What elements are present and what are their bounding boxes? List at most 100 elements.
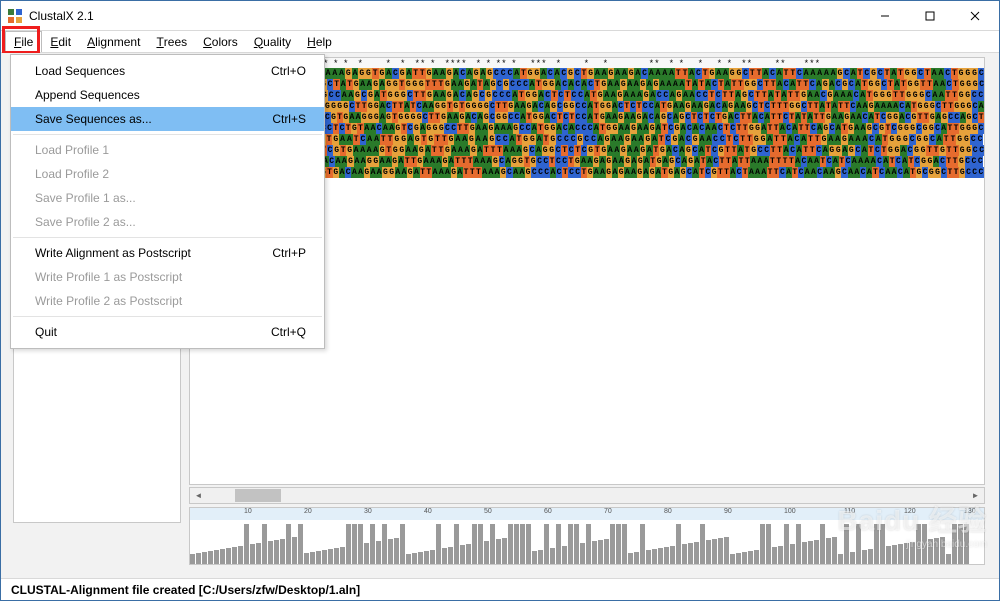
menu-separator [13, 134, 322, 135]
histogram-bar [424, 551, 429, 564]
histogram-bar [592, 541, 597, 564]
menu-alignment[interactable]: Alignment [79, 31, 148, 52]
histogram-bar [736, 553, 741, 564]
histogram-bar [868, 549, 873, 564]
histogram-bar [562, 546, 567, 564]
histogram-bar [784, 524, 789, 564]
histogram-bar [898, 544, 903, 564]
histogram-bar [640, 524, 645, 564]
file-menu-item: Write Profile 1 as Postscript [11, 265, 324, 289]
histogram-bar [634, 552, 639, 564]
histogram-bar [382, 524, 387, 564]
app-icon [7, 8, 23, 24]
histogram-bar [766, 524, 771, 564]
ruler-tick: 110 [844, 508, 855, 515]
histogram-bar [292, 537, 297, 564]
window-controls [862, 2, 997, 30]
histogram-bar [556, 524, 561, 564]
file-menu-item[interactable]: Append Sequences [11, 83, 324, 107]
ruler-tick: 130 [964, 508, 976, 515]
menu-item-label: Save Profile 2 as... [35, 215, 136, 229]
scroll-track[interactable] [207, 488, 967, 503]
ruler-histogram-panel[interactable]: 102030405060708090100110120130 [189, 507, 985, 565]
scroll-left-button[interactable]: ◄ [190, 488, 207, 503]
scroll-right-button[interactable]: ► [967, 488, 984, 503]
histogram-bar [748, 551, 753, 564]
histogram-bar [202, 552, 207, 564]
ruler-tick: 90 [724, 508, 732, 515]
file-menu-item: Load Profile 1 [11, 138, 324, 162]
menu-item-label: Save Profile 1 as... [35, 191, 136, 205]
menu-item-label: Load Profile 2 [35, 167, 109, 181]
histogram-bar [364, 543, 369, 564]
histogram-bar [316, 551, 321, 564]
scroll-thumb[interactable] [235, 489, 281, 502]
histogram-bar [718, 538, 723, 564]
menu-item-shortcut: Ctrl+P [272, 246, 306, 260]
file-menu-item: Save Profile 1 as... [11, 186, 324, 210]
histogram-bar [658, 548, 663, 564]
menu-separator [13, 316, 322, 317]
histogram-bar [928, 539, 933, 564]
minimize-button[interactable] [862, 2, 907, 30]
statusbar: CLUSTAL-Alignment file created [C:/Users… [1, 578, 999, 600]
menu-file[interactable]: File [5, 31, 42, 52]
window-title: ClustalX 2.1 [29, 9, 94, 23]
histogram-bar [844, 524, 849, 564]
histogram-bar [790, 544, 795, 564]
histogram-bar [874, 524, 879, 564]
titlebar: ClustalX 2.1 [1, 1, 999, 31]
menu-item-label: Write Profile 1 as Postscript [35, 270, 182, 284]
histogram-bar [388, 539, 393, 564]
histogram-bar [796, 524, 801, 564]
file-menu-item[interactable]: Load SequencesCtrl+O [11, 59, 324, 83]
file-menu-item[interactable]: Write Alignment as PostscriptCtrl+P [11, 241, 324, 265]
menu-item-label: Load Profile 1 [35, 143, 109, 157]
file-menu-item[interactable]: Save Sequences as...Ctrl+S [11, 107, 324, 131]
histogram-bar [376, 541, 381, 564]
histogram-bar [214, 550, 219, 564]
menu-item-shortcut: Ctrl+O [271, 64, 306, 78]
histogram-bar [274, 540, 279, 564]
menu-help[interactable]: Help [299, 31, 340, 52]
maximize-button[interactable] [907, 2, 952, 30]
histogram-bar [358, 524, 363, 564]
histogram-bar [394, 538, 399, 564]
histogram-bar [940, 537, 945, 564]
close-button[interactable] [952, 2, 997, 30]
histogram-bar [550, 548, 555, 564]
histogram-bar [580, 543, 585, 564]
menu-quality[interactable]: Quality [246, 31, 299, 52]
histogram-bar [328, 549, 333, 564]
file-menu-item: Load Profile 2 [11, 162, 324, 186]
histogram-bar [190, 554, 195, 564]
histogram-bar [490, 524, 495, 564]
histogram-bar [850, 552, 855, 564]
horizontal-scrollbar[interactable]: ◄ ► [189, 487, 985, 504]
histogram-bar [598, 540, 603, 564]
histogram-bar [220, 549, 225, 564]
histogram-bar [502, 538, 507, 564]
histogram-bar [514, 524, 519, 564]
conservation-histogram [190, 520, 984, 564]
ruler-tick: 10 [244, 508, 252, 515]
histogram-bar [262, 524, 267, 564]
histogram-bar [616, 524, 621, 564]
histogram-bar [232, 547, 237, 564]
histogram-bar [298, 524, 303, 564]
histogram-bar [532, 551, 537, 564]
histogram-bar [880, 524, 885, 564]
histogram-bar [340, 547, 345, 564]
histogram-bar [838, 554, 843, 564]
menu-colors[interactable]: Colors [195, 31, 246, 52]
histogram-bar [238, 546, 243, 564]
menu-trees[interactable]: Trees [148, 31, 195, 52]
histogram-bar [676, 524, 681, 564]
file-menu-item[interactable]: QuitCtrl+Q [11, 320, 324, 344]
histogram-bar [712, 539, 717, 564]
menu-edit[interactable]: Edit [42, 31, 79, 52]
histogram-bar [826, 538, 831, 564]
histogram-bar [886, 546, 891, 564]
histogram-bar [520, 524, 525, 564]
histogram-bar [400, 524, 405, 564]
